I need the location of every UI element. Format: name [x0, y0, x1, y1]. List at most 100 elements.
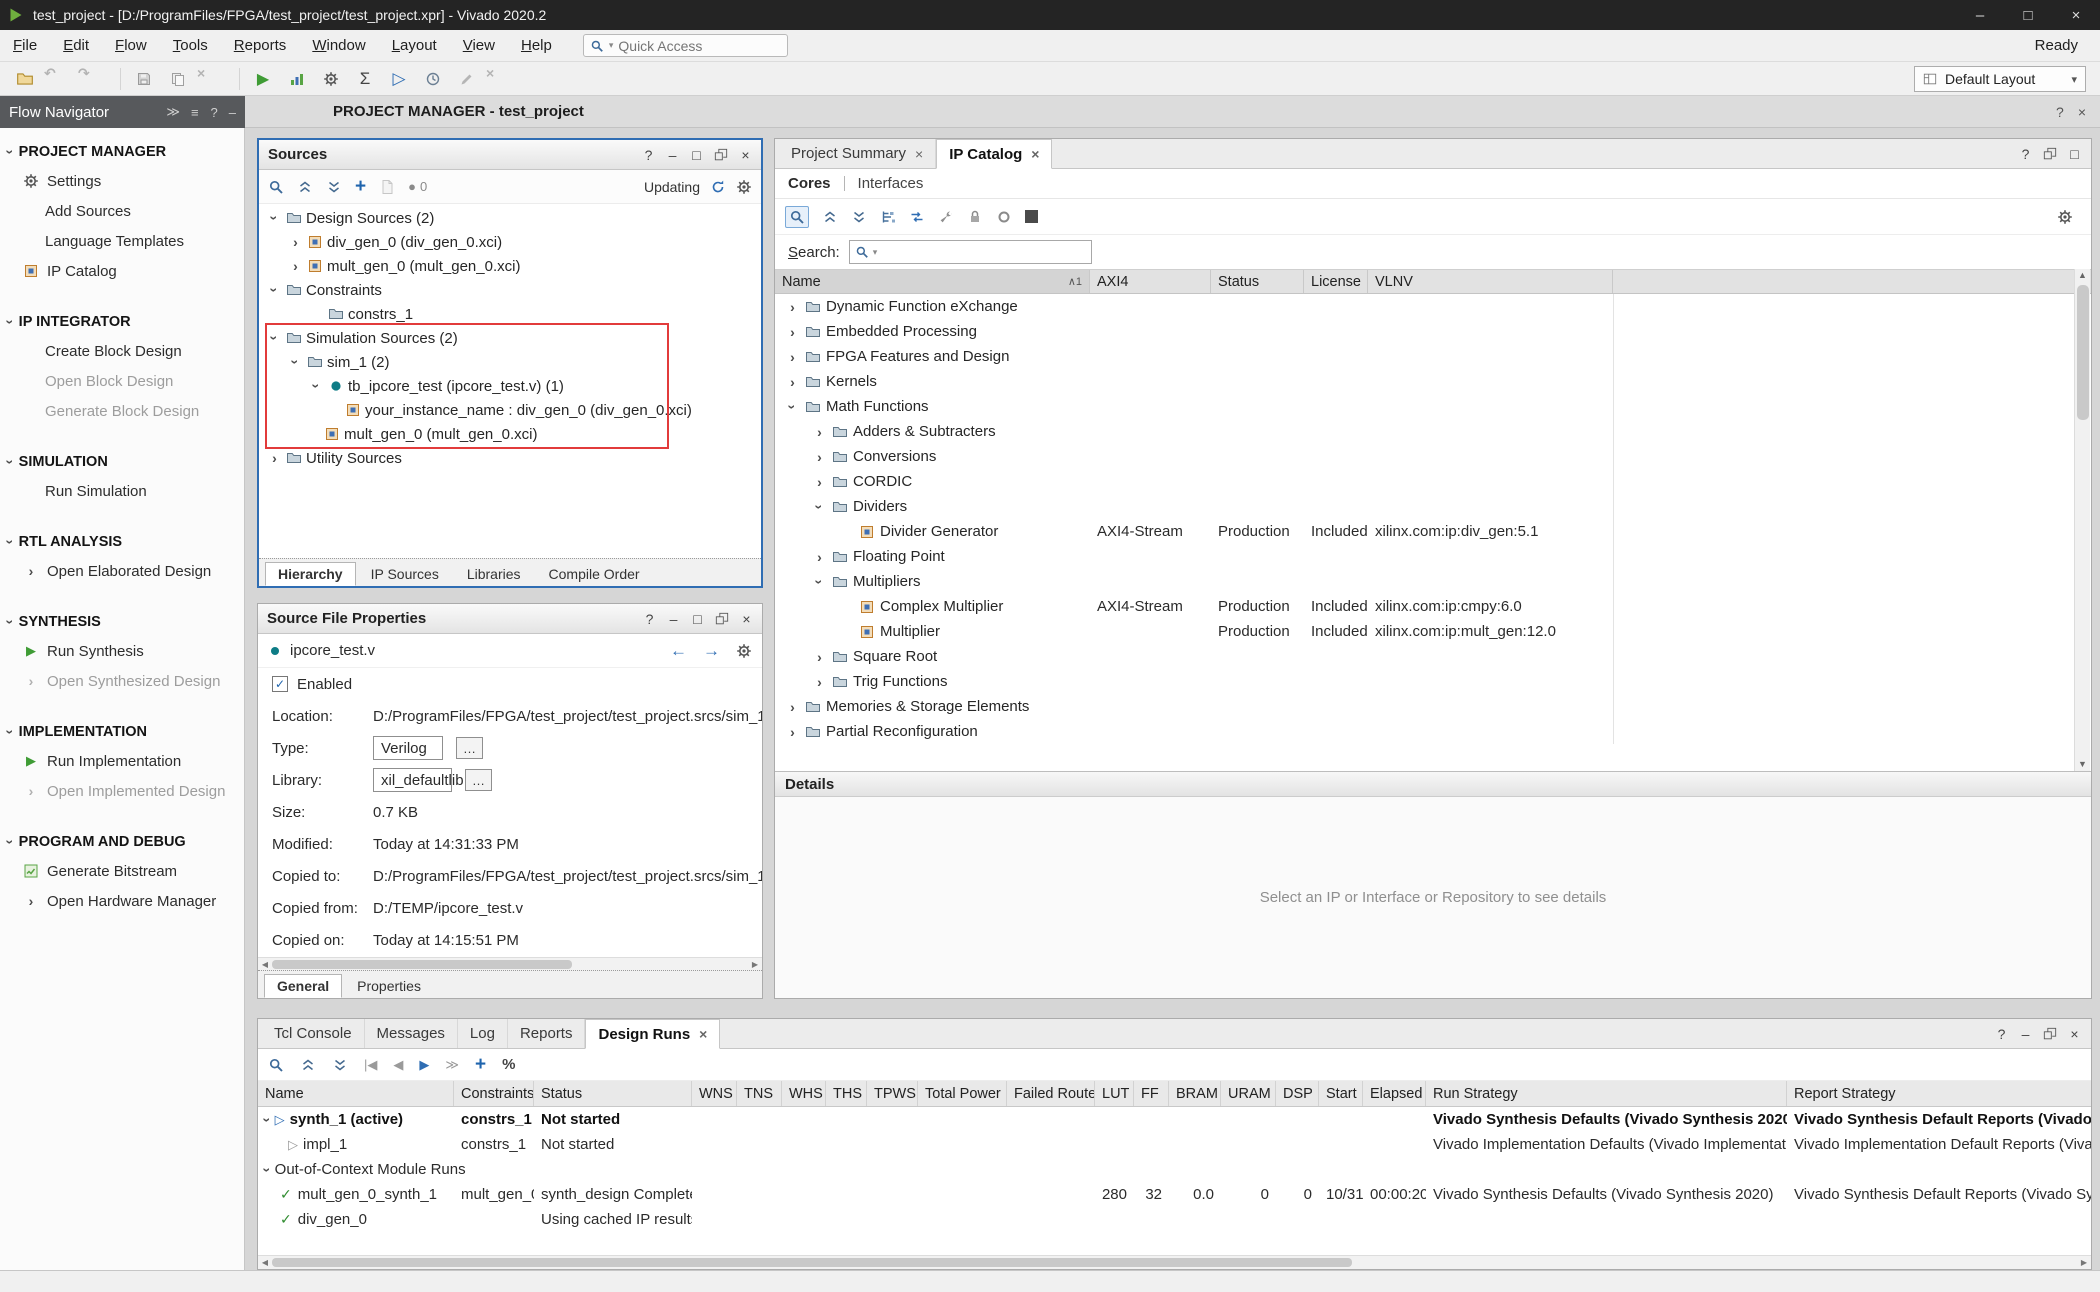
continue-run-icon[interactable]: ▷ — [384, 65, 414, 93]
menu-reports[interactable]: Reports — [221, 32, 300, 59]
gear-icon[interactable] — [736, 643, 752, 659]
delete-icon[interactable]: × — [197, 65, 227, 93]
sidebar-item-settings[interactable]: Settings — [0, 166, 244, 196]
column-header-status[interactable]: Status — [534, 1081, 692, 1106]
type-browse-button[interactable]: … — [456, 737, 483, 759]
search-icon[interactable] — [268, 1057, 284, 1073]
scrollbar-thumb[interactable] — [2077, 285, 2089, 420]
column-header-name[interactable]: Name — [258, 1081, 454, 1106]
catalog-row-adders-subtracters[interactable]: › Adders & Subtracters — [775, 419, 2091, 444]
sidebar-item-open-elaborated-design[interactable]: › Open Elaborated Design — [0, 556, 244, 586]
section-header-synthesis[interactable]: › SYNTHESIS — [0, 608, 244, 636]
column-header-report-strategy[interactable]: Report Strategy — [1787, 1081, 2091, 1106]
chevron-down-icon[interactable]: › — [259, 1167, 275, 1172]
menu-icon[interactable]: ≡ — [191, 105, 200, 120]
tree-row-constrs-1[interactable]: constrs_1 — [259, 302, 761, 326]
tree-row-utility-sources[interactable]: › Utility Sources — [259, 446, 761, 470]
minimize-icon[interactable]: – — [2019, 1026, 2032, 1042]
tree-row-tb-ipcore-test[interactable]: › tb_ipcore_test (ipcore_test.v) (1) — [259, 374, 761, 398]
column-header-lut[interactable]: LUT — [1095, 1081, 1134, 1106]
catalog-search-input[interactable] — [881, 244, 1076, 261]
menu-window[interactable]: Window — [299, 32, 378, 59]
search-icon[interactable] — [785, 206, 809, 228]
catalog-row-divider-generator[interactable]: Divider Generator AXI4-Stream Production… — [775, 519, 2091, 544]
undo-icon[interactable]: ↶ — [44, 65, 74, 93]
tree-row-constraints[interactable]: › Constraints — [259, 278, 761, 302]
tab-hierarchy[interactable]: Hierarchy — [265, 562, 356, 586]
column-header-license[interactable]: License — [1304, 270, 1368, 293]
settings-gear-icon[interactable] — [316, 65, 346, 93]
catalog-row-fpga-features[interactable]: › FPGA Features and Design — [775, 344, 2091, 369]
view-interfaces[interactable]: Interfaces — [858, 175, 924, 192]
close-icon[interactable]: × — [2068, 1026, 2081, 1042]
help-icon[interactable]: ? — [2019, 146, 2032, 162]
collapse-icon[interactable]: – — [229, 105, 236, 120]
scroll-down-icon[interactable]: ▼ — [2078, 758, 2087, 771]
view-cores[interactable]: Cores — [788, 175, 831, 192]
tree-row-div-gen-0[interactable]: › div_gen_0 (div_gen_0.xci) — [259, 230, 761, 254]
close-icon[interactable]: × — [1031, 146, 1039, 162]
scroll-up-icon[interactable]: ▲ — [2078, 269, 2087, 282]
column-header-total-power[interactable]: Total Power — [918, 1081, 1007, 1106]
step-back-icon[interactable]: ◀ — [393, 1057, 403, 1073]
tab-design-runs[interactable]: Design Runs × — [585, 1019, 720, 1049]
column-header-bram[interactable]: BRAM — [1169, 1081, 1221, 1106]
maximize-icon[interactable]: □ — [2068, 146, 2081, 162]
catalog-row-square-root[interactable]: › Square Root — [775, 644, 2091, 669]
column-header-status[interactable]: Status — [1211, 270, 1304, 293]
catalog-row-dynamic-function-exchange[interactable]: › Dynamic Function eXchange — [775, 294, 2091, 319]
save-icon[interactable] — [129, 65, 159, 93]
float-icon[interactable] — [2043, 1027, 2057, 1041]
column-header-constraints[interactable]: Constraints — [454, 1081, 534, 1106]
sidebar-item-run-implementation[interactable]: ▶ Run Implementation — [0, 746, 244, 776]
menu-view[interactable]: View — [450, 32, 508, 59]
catalog-row-multipliers[interactable]: › Multipliers — [775, 569, 2091, 594]
catalog-row-memories-storage[interactable]: › Memories & Storage Elements — [775, 694, 2091, 719]
scroll-left-icon[interactable]: ◀ — [258, 1258, 272, 1267]
run-row-impl-1[interactable]: ▷ impl_1 constrs_1 Not started Vivado Im… — [258, 1132, 2091, 1157]
column-header-ths[interactable]: THS — [826, 1081, 867, 1106]
catalog-row-dividers[interactable]: › Dividers — [775, 494, 2091, 519]
customize-wrench-icon[interactable] — [938, 209, 954, 225]
catalog-row-conversions[interactable]: › Conversions — [775, 444, 2091, 469]
run-row-div-gen-0[interactable]: ✓ div_gen_0 Using cached IP results — [258, 1207, 2091, 1232]
float-icon[interactable] — [715, 612, 729, 626]
create-run-icon[interactable]: + — [475, 1054, 486, 1076]
skip-forward-icon[interactable]: ≫ — [445, 1057, 459, 1073]
collapse-all-icon[interactable] — [300, 1057, 316, 1073]
catalog-row-complex-multiplier[interactable]: Complex Multiplier AXI4-Stream Productio… — [775, 594, 2091, 619]
column-header-vlnv[interactable]: VLNV — [1368, 270, 1613, 293]
tree-row-your-instance-name[interactable]: your_instance_name : div_gen_0 (div_gen_… — [259, 398, 761, 422]
scrollbar-thumb[interactable] — [272, 1258, 1352, 1267]
menu-layout[interactable]: Layout — [379, 32, 450, 59]
catalog-row-math-functions[interactable]: › Math Functions — [775, 394, 2091, 419]
tab-ip-catalog[interactable]: IP Catalog × — [936, 139, 1052, 169]
column-header-tpws[interactable]: TPWS — [867, 1081, 918, 1106]
tree-row-design-sources[interactable]: › Design Sources (2) — [259, 206, 761, 230]
expand-all-icon[interactable] — [851, 209, 867, 225]
menu-flow[interactable]: Flow — [102, 32, 160, 59]
library-input[interactable]: xil_defaultlib — [373, 768, 452, 792]
sidebar-item-run-synthesis[interactable]: ▶ Run Synthesis — [0, 636, 244, 666]
catalog-row-floating-point[interactable]: › Floating Point — [775, 544, 2091, 569]
help-icon[interactable]: ? — [1995, 1026, 2008, 1042]
expand-all-icon[interactable] — [332, 1057, 348, 1073]
column-header-start[interactable]: Start — [1319, 1081, 1363, 1106]
sidebar-item-add-sources[interactable]: Add Sources — [0, 196, 244, 226]
section-header-ip-integrator[interactable]: › IP INTEGRATOR — [0, 308, 244, 336]
tab-reports[interactable]: Reports — [508, 1019, 586, 1048]
column-header-whs[interactable]: WHS — [782, 1081, 826, 1106]
launch-runs-icon[interactable]: ▶ — [419, 1057, 429, 1073]
menu-help[interactable]: Help — [508, 32, 565, 59]
tab-ip-sources[interactable]: IP Sources — [358, 562, 452, 586]
refresh-icon[interactable] — [710, 179, 726, 195]
close-icon[interactable]: × — [699, 1026, 707, 1042]
vertical-scrollbar[interactable]: ▲ ▼ — [2074, 269, 2090, 771]
tab-properties[interactable]: Properties — [344, 974, 434, 998]
column-header-axi4[interactable]: AXI4 — [1090, 270, 1211, 293]
back-icon[interactable]: ← — [670, 641, 687, 661]
open-project-icon[interactable] — [10, 65, 40, 93]
column-header-failed-routes[interactable]: Failed Routes — [1007, 1081, 1095, 1106]
tree-row-simulation-sources[interactable]: › Simulation Sources (2) — [259, 326, 761, 350]
scrollbar-thumb[interactable] — [272, 960, 572, 969]
